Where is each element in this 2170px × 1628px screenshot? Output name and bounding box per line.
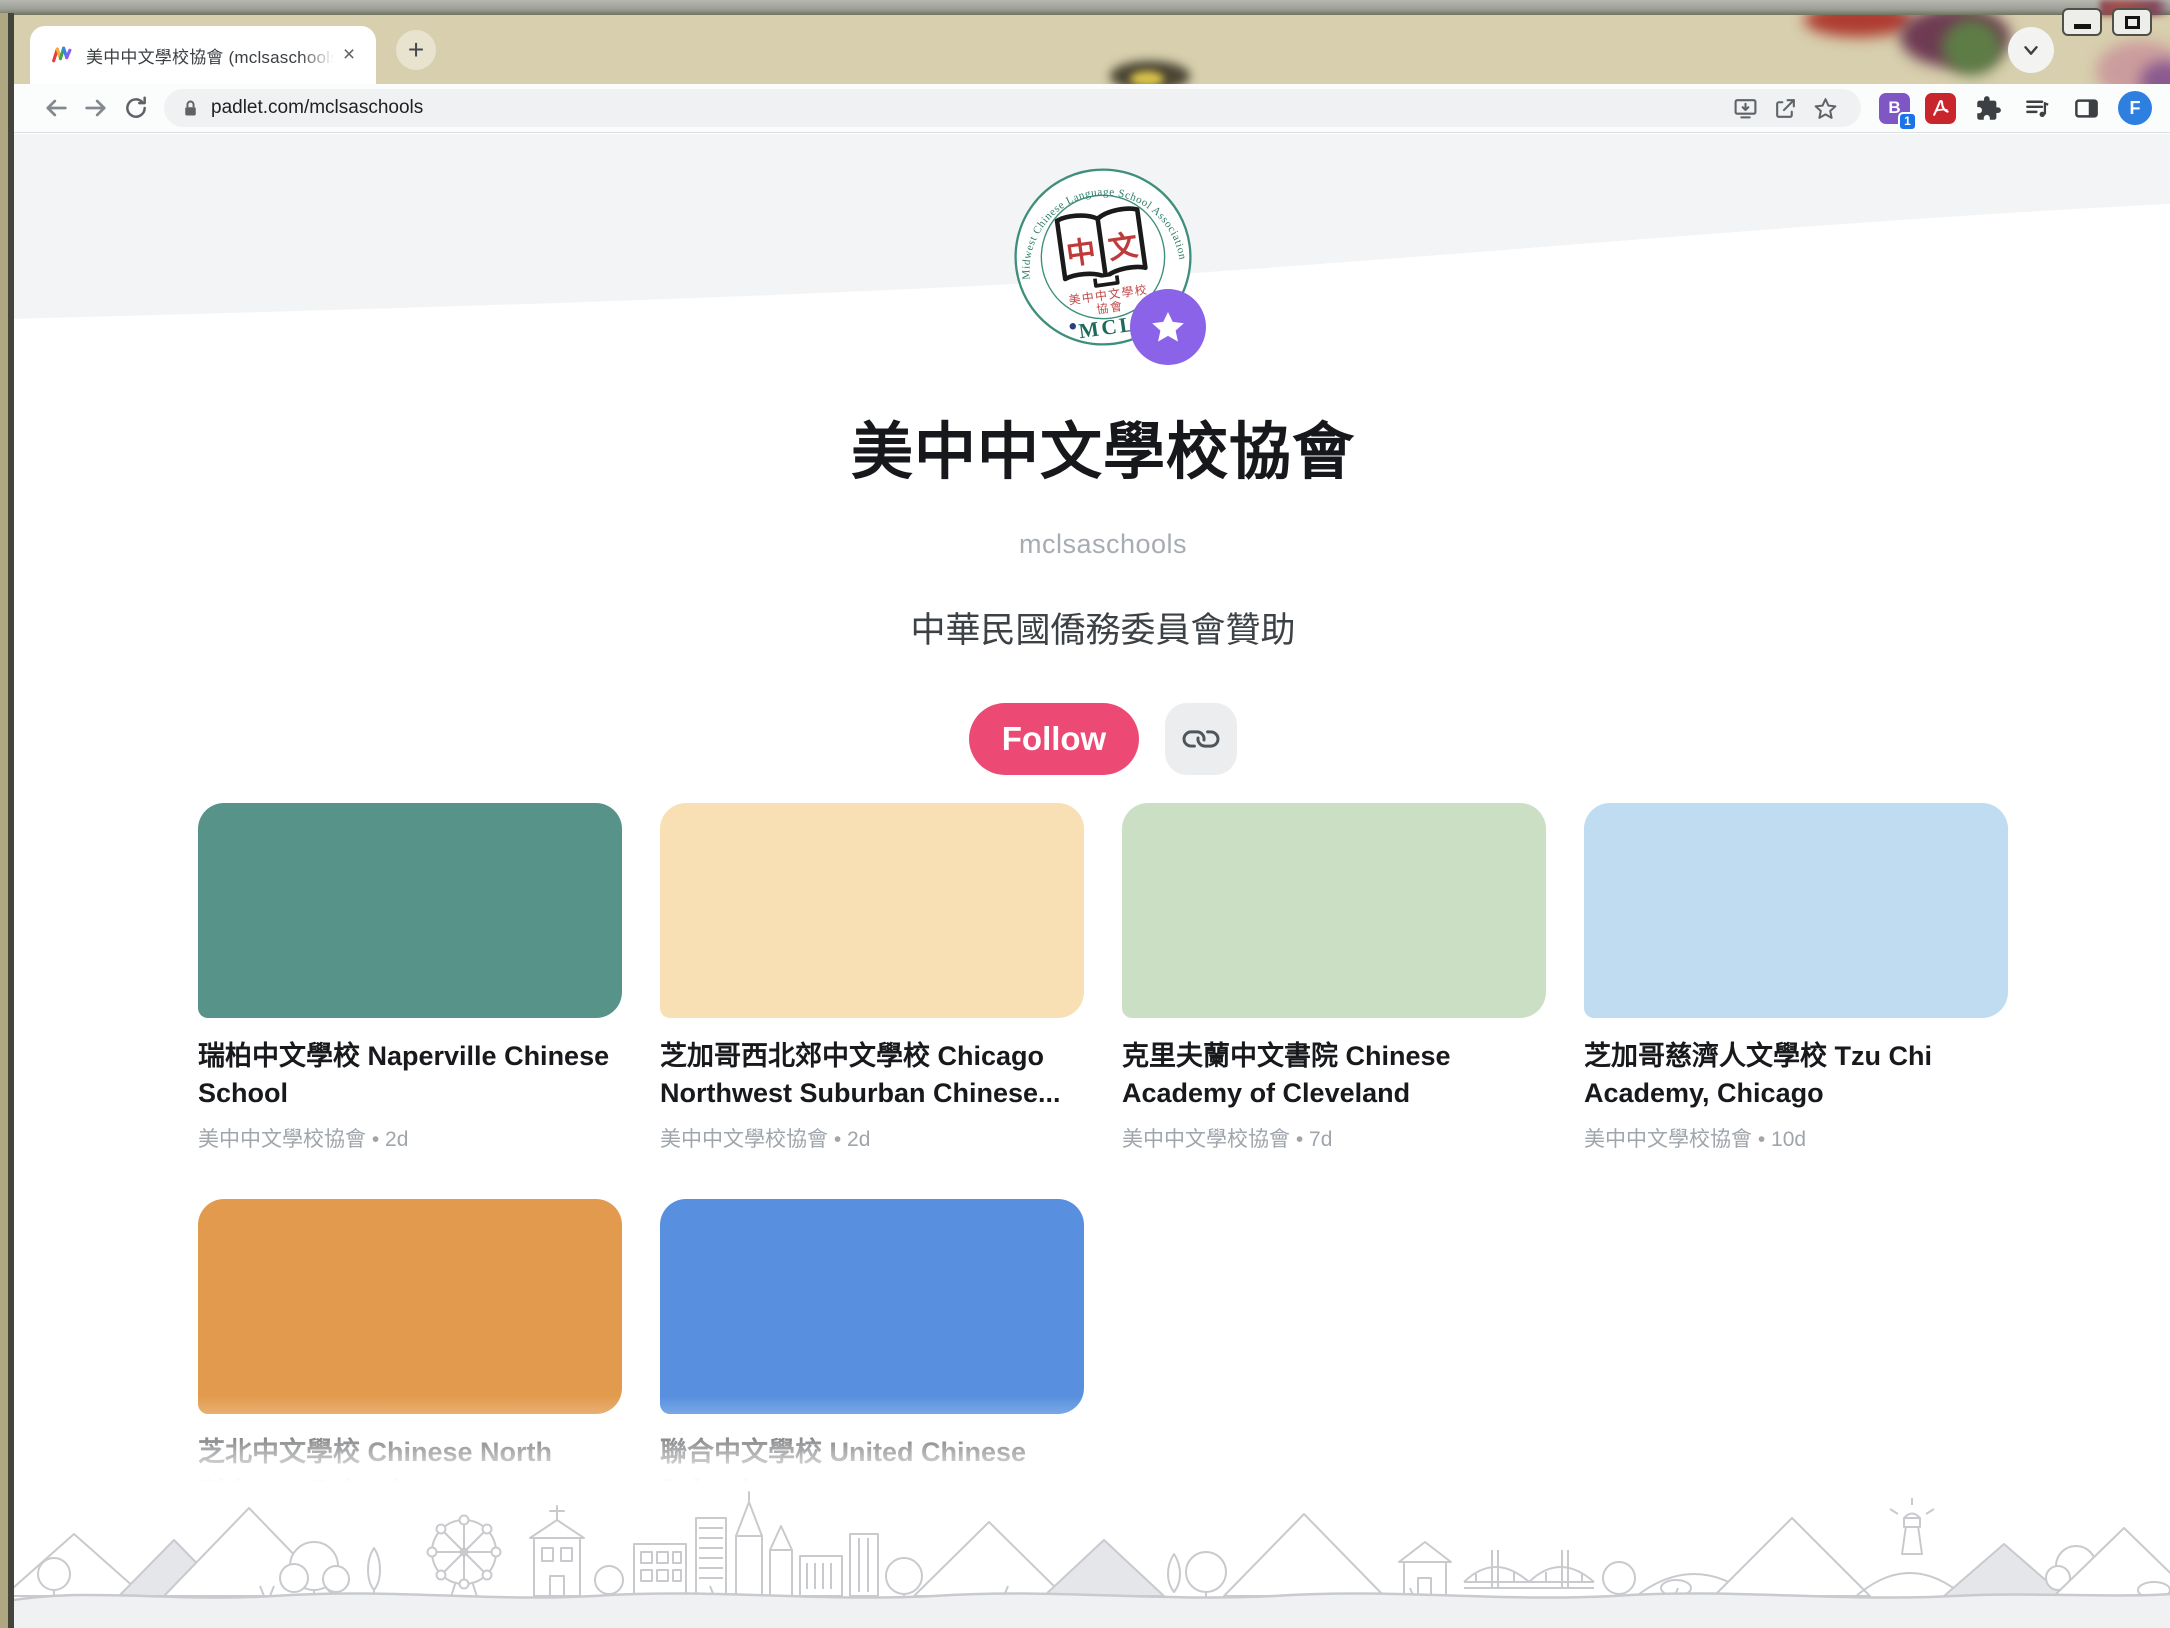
padlet-card[interactable]: 芝加哥西北郊中文學校 Chicago Northwest Suburban Ch…: [660, 803, 1084, 1153]
follow-badge: [1130, 289, 1206, 365]
refresh-button[interactable]: [116, 88, 156, 128]
star-badge-icon: [1149, 308, 1187, 346]
share-icon: [1773, 96, 1798, 121]
acrobat-icon: [1931, 99, 1950, 118]
seal-book-right: 文: [1106, 228, 1140, 266]
refresh-icon: [123, 95, 149, 121]
extension-b-badge: 1: [1898, 112, 1917, 131]
theme-art: [1130, 71, 1164, 84]
side-panel-button[interactable]: [2069, 88, 2103, 128]
tab-search-button[interactable]: [2008, 27, 2054, 73]
page-title: 美中中文學校協會: [851, 401, 1355, 491]
extension-b-button[interactable]: B 1: [1879, 93, 1910, 124]
window-top-border: [0, 0, 2170, 15]
extensions-area: B 1: [1879, 88, 2152, 128]
side-panel-icon: [2073, 95, 2100, 122]
back-button[interactable]: [36, 88, 76, 128]
tab-title-fade: [300, 34, 334, 76]
card-thumbnail[interactable]: [1584, 803, 2008, 1018]
profile-avatar-button[interactable]: F: [2118, 91, 2152, 125]
follow-button[interactable]: Follow: [969, 703, 1139, 775]
address-bar[interactable]: padlet.com/mclsaschools: [164, 89, 1861, 127]
page-description: 中華民國僑務委員會贊助: [910, 602, 1295, 653]
bookmark-star-button[interactable]: [1805, 90, 1845, 126]
minimize-icon: [2074, 24, 2091, 29]
card-thumbnail[interactable]: [660, 803, 1084, 1018]
theme-art: [1804, 15, 1914, 37]
avatar-letter: F: [2130, 98, 2141, 119]
share-button[interactable]: [1765, 90, 1805, 126]
restore-icon: [2125, 16, 2140, 29]
padlet-card[interactable]: 瑞柏中文學校 Naperville Chinese School 美中中文學校協…: [198, 803, 622, 1153]
copy-link-button[interactable]: [1165, 703, 1237, 775]
puzzle-icon: [1975, 95, 2002, 122]
card-meta: 美中中文學校協會 • 7d: [1122, 1123, 1546, 1153]
action-buttons: Follow: [969, 703, 1237, 775]
window-minimize-button[interactable]: [2062, 8, 2102, 36]
arrow-right-icon: [82, 94, 110, 122]
new-tab-button[interactable]: +: [396, 30, 436, 70]
card-thumbnail[interactable]: [660, 1199, 1084, 1414]
url-text: padlet.com/mclsaschools: [211, 97, 1725, 119]
install-app-button[interactable]: [1725, 90, 1765, 126]
window-left-border: [0, 13, 14, 1628]
card-title: 芝加哥西北郊中文學校 Chicago Northwest Suburban Ch…: [660, 1038, 1084, 1112]
forward-button[interactable]: [76, 88, 116, 128]
padlet-page: Midwest Chinese Language School Associat…: [14, 134, 2170, 1628]
footer-illustration: [14, 1478, 2170, 1628]
arrow-left-icon: [42, 94, 70, 122]
org-logo: Midwest Chinese Language School Associat…: [1011, 165, 1195, 349]
card-meta: 美中中文學校協會 • 10d: [1584, 1123, 2008, 1153]
extensions-menu-button[interactable]: [1971, 88, 2005, 128]
card-title: 瑞柏中文學校 Naperville Chinese School: [198, 1038, 622, 1112]
seal-book-left: 中: [1064, 235, 1098, 272]
card-thumbnail[interactable]: [198, 1199, 622, 1414]
chevron-down-icon: [2020, 39, 2042, 61]
pdf-extension-button[interactable]: [1925, 93, 1956, 124]
star-icon: [1813, 96, 1838, 121]
page-subtitle: mclsaschools: [1019, 529, 1187, 560]
tab-strip: 美中中文學校協會 (mclsaschools × +: [14, 15, 2170, 84]
playlist-icon: [2024, 95, 2051, 122]
link-icon: [1177, 715, 1225, 763]
lock-icon: [180, 98, 201, 119]
profile-content: Midwest Chinese Language School Associat…: [198, 134, 2008, 1543]
browser-toolbar: padlet.com/mclsaschools: [14, 84, 2170, 133]
padlet-favicon: [50, 44, 73, 67]
tab-title: 美中中文學校協會 (mclsaschools: [86, 43, 334, 68]
card-title: 克里夫蘭中文書院 Chinese Academy of Cleveland: [1122, 1038, 1546, 1112]
install-icon: [1733, 96, 1758, 121]
padlet-card[interactable]: 芝加哥慈濟人文學校 Tzu Chi Academy, Chicago 美中中文學…: [1584, 803, 2008, 1153]
window-restore-button[interactable]: [2112, 8, 2152, 36]
card-thumbnail[interactable]: [1122, 803, 1546, 1018]
media-playlist-button[interactable]: [2020, 88, 2054, 128]
card-meta: 美中中文學校協會 • 2d: [198, 1123, 622, 1153]
padlet-card[interactable]: 克里夫蘭中文書院 Chinese Academy of Cleveland 美中…: [1122, 803, 1546, 1153]
card-title: 芝加哥慈濟人文學校 Tzu Chi Academy, Chicago: [1584, 1038, 2008, 1112]
tab-close-button[interactable]: ×: [334, 40, 364, 70]
browser-tab[interactable]: 美中中文學校協會 (mclsaschools ×: [30, 26, 376, 84]
theme-art: [1942, 19, 2002, 75]
card-meta: 美中中文學校協會 • 2d: [660, 1123, 1084, 1153]
card-thumbnail[interactable]: [198, 803, 622, 1018]
screen: 美中中文學校協會 (mclsaschools × +: [0, 0, 2170, 1628]
